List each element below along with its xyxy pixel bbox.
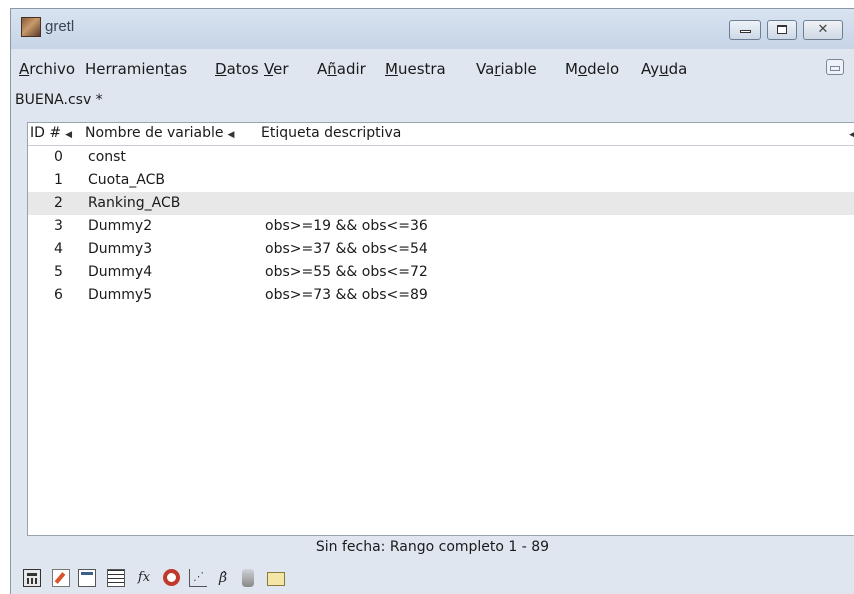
menu-item-text: delo [587, 60, 620, 78]
menu-item-text: Herramien [85, 60, 165, 78]
menu-item[interactable]: Ver [264, 60, 289, 78]
variable-id: 0 [54, 149, 63, 165]
database-shape [242, 569, 254, 587]
menu-item[interactable]: Datos [215, 60, 259, 78]
variable-id: 3 [54, 218, 63, 234]
list-header: ID # ◀ Nombre de variable ◀ Etiqueta descr… [28, 123, 854, 146]
gretl-app-icon[interactable] [21, 17, 41, 37]
table-row[interactable]: 5 Dummy4 obs>=55 && obs<=72 [28, 261, 854, 284]
function-icon[interactable]: fx [132, 569, 156, 587]
menu-item[interactable]: Archivo [19, 60, 75, 78]
scatter-plot-icon[interactable] [189, 568, 207, 587]
menu-item-text: Va [476, 60, 495, 78]
menu-item[interactable]: Añadir [317, 60, 366, 78]
header-label[interactable]: Etiqueta descriptiva [261, 125, 401, 141]
menu-item-text: as [170, 60, 188, 78]
menu-item-text: uestra [397, 60, 446, 78]
variable-label: obs>=37 && obs<=54 [265, 241, 428, 257]
header-name-label: Nombre de variable [85, 125, 224, 141]
main-window: gretl ✕ Archivo Herramientas Datos Ver Añadi… [10, 8, 854, 594]
sort-arrow-icon: ◀ [65, 130, 73, 140]
menu-item-text: Ay [641, 60, 660, 78]
model-beta-icon[interactable]: β̂ [214, 569, 232, 587]
variable-name: const [88, 149, 126, 165]
calculator-icon[interactable] [23, 569, 41, 587]
script-editor-icon[interactable] [52, 569, 70, 587]
table-row[interactable]: 0 const [28, 146, 854, 169]
menu-item-text: atos [226, 60, 259, 78]
variable-name: Dummy5 [88, 287, 153, 303]
variable-name: Dummy2 [88, 218, 153, 234]
variable-label: obs>=19 && obs<=36 [265, 218, 428, 234]
variable-id: 4 [54, 241, 63, 257]
menu-item-text: ñ [327, 60, 337, 78]
table-row[interactable]: 2 Ranking_ACB [28, 192, 854, 215]
variable-id: 1 [54, 172, 63, 188]
table-row[interactable]: 6 Dummy5 obs>=73 && obs<=89 [28, 284, 854, 307]
folder-icon[interactable] [267, 572, 285, 586]
variable-name: Cuota_ACB [88, 172, 165, 188]
minimize-button[interactable] [729, 20, 761, 40]
status-bar: Sin fecha: Rango completo 1 - 89 [315, 539, 550, 555]
header-variable-name[interactable]: Nombre de variable ◀ [85, 125, 234, 141]
table-row[interactable]: 4 Dummy3 obs>=37 && obs<=54 [28, 238, 854, 261]
table-row[interactable]: 1 Cuota_ACB [28, 169, 854, 192]
variable-label: obs>=55 && obs<=72 [265, 264, 428, 280]
menu-item[interactable]: Muestra [385, 60, 446, 78]
menu-item-text: M [385, 60, 398, 78]
terminal-icon[interactable] [78, 569, 96, 587]
menu-item-text: u [659, 60, 669, 78]
close-button[interactable]: ✕ [803, 20, 843, 40]
maximize-icon [777, 25, 787, 34]
variable-id: 5 [54, 264, 63, 280]
variable-rows: 0 const 1 Cuota_ACB 2 Ranking_ACB 3 Dummy2 obs>=… [28, 146, 854, 307]
menu-item-text: adir [336, 60, 366, 78]
bottom-toolbar: fx β̂ [23, 568, 423, 589]
sort-arrow-icon: ◀ [849, 130, 854, 140]
table-row[interactable]: 3 Dummy2 obs>=19 && obs<=36 [28, 215, 854, 238]
help-lifebuoy-icon[interactable] [163, 569, 180, 586]
window-title: gretl [45, 18, 75, 35]
menu-bar: Archivo Herramientas Datos Ver Añadir Muestra… [11, 49, 854, 89]
title-bar[interactable]: gretl ✕ [11, 9, 854, 49]
maximize-button[interactable] [767, 20, 797, 40]
close-icon: ✕ [817, 22, 829, 37]
menu-item-text: V [264, 60, 274, 78]
variable-name: Dummy4 [88, 264, 153, 280]
menu-item[interactable]: Variable [476, 60, 537, 78]
dataset-filename: BUENA.csv * [15, 92, 103, 108]
database-icon[interactable] [242, 569, 260, 587]
menu-item[interactable]: Modelo [565, 60, 619, 78]
menu-item[interactable]: Ayuda [641, 60, 687, 78]
menu-item-text: o [577, 60, 588, 78]
variable-list[interactable]: ID # ◀ Nombre de variable ◀ Etiqueta descr… [27, 122, 854, 536]
variable-id: 6 [54, 287, 63, 303]
header-label-label: Etiqueta descriptiva [261, 125, 402, 141]
header-id-label: ID # [30, 125, 62, 141]
variable-id: 2 [54, 195, 63, 211]
menu-item-text: A [317, 60, 328, 78]
menu-item-text: da [668, 60, 688, 78]
header-label-sort[interactable]: ◀ [845, 125, 854, 141]
detach-restore-icon[interactable] [826, 59, 844, 75]
variable-name: Ranking_ACB [88, 195, 181, 211]
menu-item-text: rchivo [29, 60, 76, 78]
sort-arrow-icon: ◀ [227, 130, 235, 140]
menu-item-text: iable [500, 60, 537, 78]
variable-label: obs>=73 && obs<=89 [265, 287, 428, 303]
data-grid-icon[interactable] [107, 569, 125, 587]
menu-item-text: M [565, 60, 578, 78]
header-id[interactable]: ID # ◀ [30, 125, 72, 141]
menu-item-text: D [215, 60, 227, 78]
menu-item-text: er [273, 60, 289, 78]
variable-name: Dummy3 [88, 241, 153, 257]
menu-item[interactable]: Herramientas [85, 60, 187, 78]
minimize-icon [740, 30, 751, 33]
menu-item-text: A [19, 60, 30, 78]
